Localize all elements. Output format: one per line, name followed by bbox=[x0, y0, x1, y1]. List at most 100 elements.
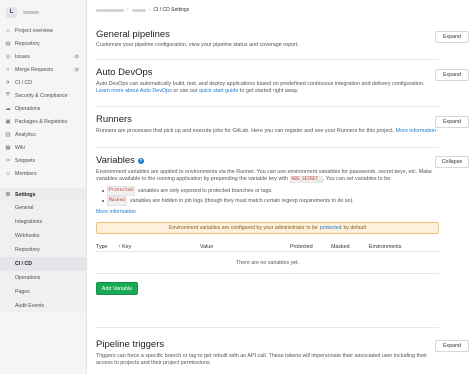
bullet-text: variables are only exposed to protected … bbox=[137, 188, 273, 194]
expand-button[interactable]: Expand bbox=[435, 116, 469, 128]
sidebar-item-label: Operations bbox=[15, 105, 41, 112]
more-information-link[interactable]: More information bbox=[96, 209, 439, 215]
shield-icon: ⛨ bbox=[5, 92, 11, 98]
section-description: Runners are processes that pick up and e… bbox=[96, 128, 439, 135]
breadcrumb-separator: › bbox=[148, 7, 151, 13]
quick-start-link[interactable]: quick start guide bbox=[199, 88, 238, 94]
column-value: Value bbox=[200, 243, 214, 250]
sidebar-item-label: Repository bbox=[15, 40, 40, 47]
sidebar-item-settings[interactable]: ⚙ Settings bbox=[0, 188, 86, 201]
column-type[interactable]: Type bbox=[96, 244, 118, 250]
column-protected: Protected bbox=[290, 243, 313, 250]
breadcrumb-separator: › bbox=[127, 7, 129, 13]
variables-heading: Variables ? bbox=[96, 155, 439, 166]
section-description: Triggers can force a specific branch or … bbox=[96, 353, 428, 366]
sidebar-item-label: Wiki bbox=[15, 144, 25, 151]
breadcrumb-project-redacted[interactable] bbox=[131, 8, 146, 12]
sidebar-item-security-compliance[interactable]: ⛨ Security & Compliance bbox=[0, 89, 86, 102]
sidebar-item-label: Security & Compliance bbox=[15, 92, 68, 99]
expand-button[interactable]: Expand bbox=[435, 340, 469, 352]
settings-sub-item-pages[interactable]: Pages bbox=[0, 285, 86, 299]
settings-sub-item-operations[interactable]: Operations bbox=[0, 271, 86, 285]
sidebar-item-merge-requests[interactable]: ⑂ Merge Requests 0 bbox=[0, 63, 86, 76]
section-general-pipelines: General pipelines Customize your pipelin… bbox=[96, 20, 469, 60]
bullet-text: variables are hidden in job logs (though… bbox=[129, 198, 354, 204]
learn-more-link[interactable]: Learn more about Auto DevOps bbox=[96, 88, 172, 94]
protected-link[interactable]: protected bbox=[320, 225, 342, 231]
list-item: Protected variables are only exposed to … bbox=[102, 186, 439, 196]
rocket-icon: ✈ bbox=[5, 79, 11, 86]
code-protected: Protected bbox=[107, 186, 135, 196]
sidebar-item-analytics[interactable]: ▥ Analytics bbox=[0, 128, 86, 141]
section-description: Auto DevOps can automatically build, tes… bbox=[96, 81, 439, 95]
members-icon: ☺ bbox=[5, 170, 11, 177]
empty-state: There are no variables yet. bbox=[96, 252, 439, 274]
expand-button[interactable]: Expand bbox=[435, 31, 469, 43]
bullet-icon bbox=[102, 200, 104, 202]
sidebar-item-snippets[interactable]: ✂ Snippets bbox=[0, 154, 86, 167]
alert-text: by default bbox=[343, 225, 366, 231]
gear-icon: ⚙ bbox=[5, 191, 11, 198]
section-variables: Variables ? Environment variables are ap… bbox=[96, 148, 469, 328]
sidebar-item-label: Issues bbox=[15, 53, 30, 60]
sidebar-item-repository[interactable]: ▤ Repository bbox=[0, 37, 86, 50]
description-text: to get started right away. bbox=[239, 88, 299, 94]
section-title: Variables bbox=[96, 155, 135, 166]
description-text: or use our bbox=[173, 88, 198, 94]
collapse-button[interactable]: Collapse bbox=[435, 156, 469, 168]
settings-sub-item-ci-cd[interactable]: CI / CD bbox=[0, 257, 86, 271]
table-header: Type ↑ Key Value Protected Masked Enviro… bbox=[96, 242, 439, 252]
code-prefix: K8S_SECRET_ bbox=[289, 176, 323, 183]
cloud-icon: ☁ bbox=[5, 105, 11, 112]
wiki-icon: ▦ bbox=[5, 144, 11, 151]
sidebar-item-project-overview[interactable]: ⌂ Project overview bbox=[0, 24, 86, 37]
sidebar-item-members[interactable]: ☺ Members bbox=[0, 167, 86, 180]
settings-sub-item-webhooks[interactable]: Webhooks bbox=[0, 229, 86, 243]
description-text: Auto DevOps can automatically build, tes… bbox=[96, 81, 425, 87]
settings-sub-item-integrations[interactable]: Integrations bbox=[0, 215, 86, 229]
main-content: › › CI / CD Settings General pipelines C… bbox=[88, 0, 474, 374]
code-masked: Masked bbox=[107, 196, 127, 206]
help-icon[interactable]: ? bbox=[137, 157, 144, 164]
sidebar-item-packages-registries[interactable]: ▣ Packages & Registries bbox=[0, 115, 86, 128]
home-icon: ⌂ bbox=[6, 27, 10, 34]
project-name-redacted bbox=[23, 10, 39, 14]
settings-sub-item-audit-events[interactable]: Audit Events bbox=[0, 299, 86, 313]
breadcrumb-current[interactable]: CI / CD Settings bbox=[153, 7, 189, 13]
count-badge: 0 bbox=[73, 67, 80, 72]
sidebar-item-label: Merge Requests bbox=[15, 66, 54, 73]
variables-table: Type ↑ Key Value Protected Masked Enviro… bbox=[96, 242, 439, 274]
sidebar-nav: ⌂ Project overview ▤ Repository ◎ Issues 0 ⑂ Mer… bbox=[0, 24, 86, 180]
sidebar-item-label: Project overview bbox=[15, 27, 54, 34]
more-information-link[interactable]: More information bbox=[396, 128, 436, 134]
admin-protected-alert: Environment variables are configured by … bbox=[96, 222, 439, 234]
sidebar-item-label: Members bbox=[15, 170, 37, 177]
add-variable-button[interactable]: Add Variable bbox=[96, 282, 138, 295]
project-avatar: L bbox=[6, 6, 17, 18]
settings-sub-item-general[interactable]: General bbox=[0, 201, 86, 215]
column-key[interactable]: ↑ Key bbox=[118, 244, 200, 250]
list-item: Masked variables are hidden in job logs … bbox=[102, 196, 439, 206]
expand-button[interactable]: Expand bbox=[435, 69, 469, 81]
sidebar: L ⌂ Project overview ▤ Repository ◎ Issues 0 ⑂ M… bbox=[0, 0, 87, 374]
sidebar-item-wiki[interactable]: ▦ Wiki bbox=[0, 141, 86, 154]
snippet-icon: ✂ bbox=[5, 157, 11, 164]
settings-submenu: General Integrations Webhooks Repository CI … bbox=[0, 201, 86, 313]
project-header[interactable]: L bbox=[0, 0, 86, 24]
sidebar-item-ci-cd[interactable]: ✈ CI / CD bbox=[0, 76, 86, 89]
merge-request-icon: ⑂ bbox=[6, 66, 10, 73]
sidebar-item-label: Settings bbox=[15, 191, 36, 198]
breadcrumb-group-redacted[interactable] bbox=[96, 8, 124, 12]
section-title: Auto DevOps bbox=[96, 67, 153, 78]
sidebar-item-operations[interactable]: ☁ Operations bbox=[0, 102, 86, 115]
issues-icon: ◎ bbox=[5, 53, 11, 60]
alert-text: Environment variables are configured by … bbox=[169, 225, 318, 231]
section-title: General pipelines bbox=[96, 29, 170, 40]
description-text: Runners are processes that pick up and e… bbox=[96, 128, 395, 134]
variable-options-list: Protected variables are only exposed to … bbox=[96, 186, 439, 206]
sidebar-item-issues[interactable]: ◎ Issues 0 bbox=[0, 50, 86, 63]
book-icon: ▤ bbox=[5, 40, 11, 47]
settings-sub-item-repository[interactable]: Repository bbox=[0, 243, 86, 257]
column-masked: Masked bbox=[331, 243, 350, 250]
sidebar-item-label: Snippets bbox=[15, 157, 36, 164]
